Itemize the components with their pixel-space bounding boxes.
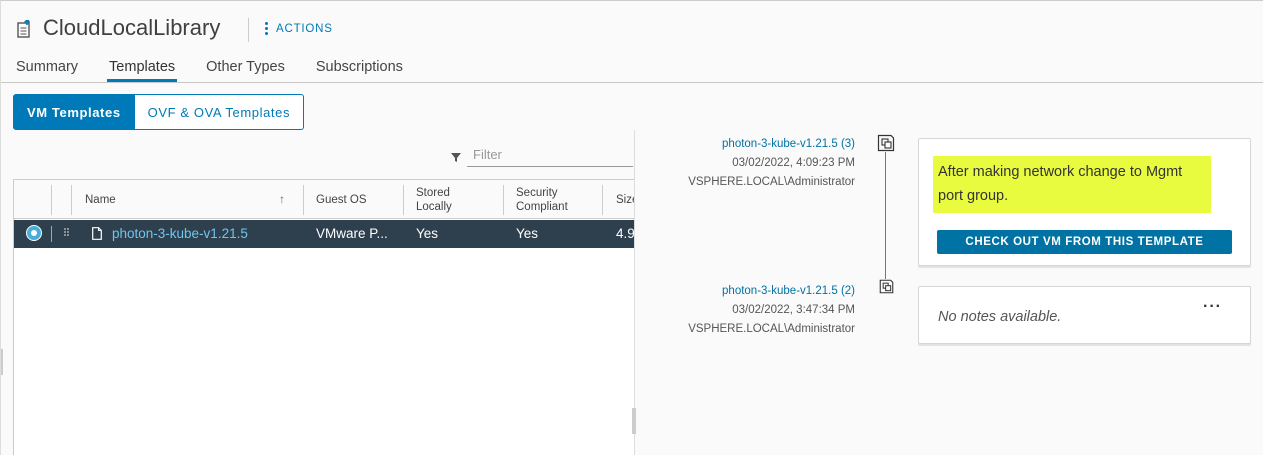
version-name-link[interactable]: photon-3-kube-v1.21.5 (3) (688, 135, 855, 154)
version-entry: photon-3-kube-v1.21.5 (2) 03/02/2022, 3:… (688, 282, 855, 339)
title-divider (248, 18, 249, 42)
sort-ascending-icon[interactable]: ↑ (279, 192, 285, 206)
version-notes-card: After making network change to Mgmt port… (918, 138, 1251, 266)
vm-template-icon (92, 227, 102, 240)
tab-other-types[interactable]: Other Types (206, 59, 285, 80)
vm-template-version-icon (877, 134, 895, 152)
filter-icon (451, 153, 461, 162)
vertical-ellipsis-icon (265, 22, 269, 35)
column-separator[interactable] (503, 185, 504, 215)
more-options-icon[interactable]: ··· (1203, 298, 1222, 316)
tab-subscriptions[interactable]: Subscriptions (316, 59, 403, 80)
datagrid-header: Name ↑ Guest OS Stored Locally Security … (14, 180, 634, 219)
column-header-guest-os[interactable]: Guest OS (316, 180, 396, 219)
column-separator[interactable] (303, 185, 304, 215)
size-value: 4.9 (616, 226, 634, 241)
page-header: CloudLocalLibrary ACTIONS Summary Templa… (1, 1, 1263, 83)
timeline-line (885, 152, 886, 284)
left-edge-handle[interactable] (1, 349, 3, 375)
version-name-link[interactable]: photon-3-kube-v1.21.5 (2) (688, 282, 855, 301)
column-header-security-compliant[interactable]: Security Compliant (516, 180, 586, 219)
row-select-radio[interactable] (26, 225, 42, 241)
actions-menu-button[interactable]: ACTIONS (265, 22, 333, 35)
security-compliant-value: Yes (516, 226, 539, 241)
version-user: VSPHERE.LOCAL\Administrator (688, 176, 855, 188)
column-header-name[interactable]: Name (85, 180, 295, 219)
column-separator[interactable] (602, 185, 603, 215)
template-name-link[interactable]: photon-3-kube-v1.21.5 (112, 226, 248, 241)
check-out-vm-button[interactable]: CHECK OUT VM FROM THIS TEMPLATE (937, 230, 1232, 254)
filter-input[interactable] (467, 143, 633, 167)
actions-label: ACTIONS (276, 22, 333, 35)
column-separator (71, 185, 72, 215)
drag-handle-icon[interactable] (64, 228, 70, 238)
content-library-icon (17, 20, 30, 38)
no-notes-text: No notes available. (938, 309, 1062, 325)
row-divider (51, 226, 52, 242)
version-user: VSPHERE.LOCAL\Administrator (688, 323, 855, 335)
version-history-panel: photon-3-kube-v1.21.5 (3) 03/02/2022, 4:… (636, 130, 1263, 455)
guest-os-value: VMware P... (316, 226, 388, 241)
table-row[interactable]: photon-3-kube-v1.21.5 VMware P... Yes Ye… (14, 220, 634, 248)
tab-templates[interactable]: Templates (107, 59, 178, 82)
content-library-page: CloudLocalLibrary ACTIONS Summary Templa… (0, 0, 1263, 455)
version-date: 03/02/2022, 3:47:34 PM (732, 304, 855, 316)
vm-template-version-icon (879, 279, 894, 294)
version-date: 03/02/2022, 4:09:23 PM (732, 157, 855, 169)
version-entry: photon-3-kube-v1.21.5 (3) 03/02/2022, 4:… (688, 135, 855, 192)
templates-datagrid: Name ↑ Guest OS Stored Locally Security … (13, 179, 634, 455)
templates-list-panel: Name ↑ Guest OS Stored Locally Security … (1, 130, 636, 455)
vm-templates-button[interactable]: VM Templates (13, 94, 135, 130)
stored-locally-value: Yes (416, 226, 439, 241)
page-title: CloudLocalLibrary (43, 15, 221, 40)
column-separator (51, 185, 52, 215)
template-type-toggle: VM Templates OVF & OVA Templates (13, 94, 305, 130)
column-separator[interactable] (403, 185, 404, 215)
tab-summary[interactable]: Summary (16, 59, 78, 80)
version-notes-card: No notes available. ··· (918, 286, 1251, 344)
column-header-size[interactable]: Size (616, 180, 634, 219)
ovf-ova-templates-button[interactable]: OVF & OVA Templates (134, 94, 305, 130)
tab-bar: Summary Templates Other Types Subscripti… (16, 59, 434, 82)
column-header-stored-locally[interactable]: Stored Locally (416, 180, 471, 219)
version-note-text: After making network change to Mgmt port… (933, 156, 1211, 213)
